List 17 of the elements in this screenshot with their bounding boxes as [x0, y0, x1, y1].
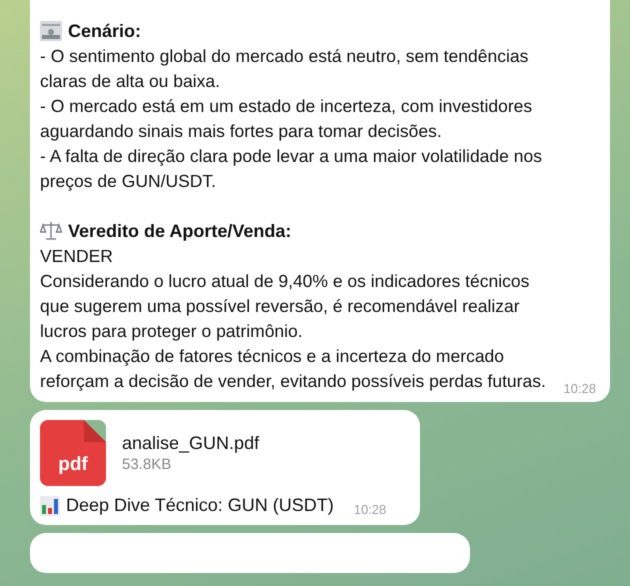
message-text: A combinação de fatores técnicos e a incerteza do mercado reforçam a decisão de vender, evitando possíveis perdas futuras. [40, 345, 547, 393]
timestamp: 10:28 [354, 502, 386, 517]
file-name[interactable]: analise_GUN.pdf [122, 433, 260, 454]
message-text: VENDER [40, 245, 114, 268]
newspaper-icon [40, 21, 62, 41]
bar-chart-icon [40, 496, 60, 516]
timestamp: 10:28 [563, 381, 596, 396]
message-text: - A falta de direção clara pode levar a uma maior volatilidade nos preços de GUN/USDT. [40, 145, 543, 193]
section-heading: Cenário: [68, 20, 142, 43]
scales-icon [40, 221, 62, 241]
section-heading: Veredito de Aporte/Venda: [68, 220, 292, 243]
message-text: - O sentimento global do mercado está neutro, sem tendências claras de alta ou baixa. [40, 45, 530, 93]
message-text: - O mercado está em um estado de incerteza, com investidores aguardando sinais mais fortes para tomar decisões. [40, 95, 534, 143]
message-text: Considerando o lucro atual de 9,40% e os indicadores técnicos que sugerem uma possível reversão, é recomendável realizar lucros para proteger o patrimônio. [40, 270, 530, 343]
file-caption: Deep Dive Técnico: GUN (USDT) [66, 495, 334, 516]
document-icon[interactable]: pdf [40, 420, 106, 486]
file-size: 53.8KB [122, 456, 172, 473]
